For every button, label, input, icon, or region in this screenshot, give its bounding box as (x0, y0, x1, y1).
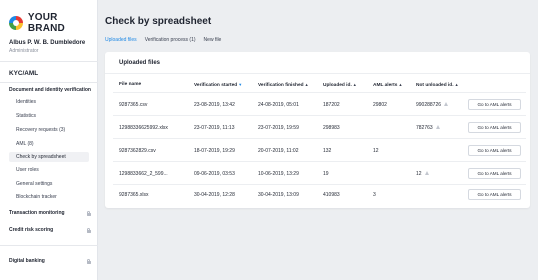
row-divider (113, 115, 526, 116)
tabs: Uploaded files Verification process (1) … (105, 37, 221, 43)
go-to-aml-alerts-button[interactable]: Go to AML alerts (468, 99, 521, 110)
cell-finished: 20-07-2019, 11:02 (258, 148, 299, 154)
sidebar-divider (0, 82, 98, 83)
sidebar: YOUR BRAND Albus P. W. B. Dumbledore Adm… (0, 0, 98, 280)
column-header-not-unloaded-id[interactable]: Not unloaded id.▲ (416, 82, 459, 88)
sidebar-item-label: Credit risk scoring (9, 227, 54, 233)
sidebar-section-title: KYC/AML (9, 70, 39, 77)
sidebar-group-title[interactable]: Document and identity verification (9, 87, 91, 93)
brand-name: YOUR BRAND (27, 12, 65, 34)
cell-started: 23-07-2019, 11:13 (194, 125, 235, 131)
tab-uploaded-files[interactable]: Uploaded files (105, 37, 137, 43)
cell-started: 30-04-2019, 12:28 (194, 192, 235, 198)
user-name: Albus P. W. B. Dumbledore (9, 40, 86, 46)
cell-uploaded-id: 410983 (323, 192, 340, 198)
cell-file-name: 9287362829.csv (119, 148, 156, 154)
cell-file-name: 12988336625992.xlsx (119, 125, 168, 131)
cell-aml-alerts: 29802 (373, 102, 387, 108)
cell-uploaded-id: 19 (323, 171, 329, 177)
tab-new-file[interactable]: New file (204, 37, 222, 43)
cell-started: 09-06-2019, 03:53 (194, 171, 235, 177)
sidebar-divider (0, 245, 98, 246)
sidebar-item-recovery-requests[interactable]: Recovery requests (3) (9, 125, 89, 135)
sidebar-item-digital-banking[interactable]: Digital banking (9, 258, 91, 264)
cell-file-name: 1298833662_2_599... (119, 171, 168, 177)
sidebar-item-aml[interactable]: AML (8) (9, 139, 89, 149)
card-title: Uploaded files (119, 60, 161, 66)
go-to-aml-alerts-button[interactable]: Go to AML alerts (468, 168, 521, 179)
column-header-file-name[interactable]: File name (119, 82, 141, 87)
brand-logo-icon (9, 16, 23, 30)
cell-started: 18-07-2019, 19:29 (194, 148, 235, 154)
cell-uploaded-id: 187202 (323, 102, 340, 108)
uploaded-files-card: Uploaded files File name Verification st… (105, 52, 530, 208)
go-to-aml-alerts-button[interactable]: Go to AML alerts (468, 145, 521, 156)
cell-uploaded-id: 132 (323, 148, 332, 154)
cell-finished: 24-08-2019, 05:01 (258, 102, 299, 108)
cell-aml-alerts: 12 (373, 148, 379, 154)
card-divider (105, 73, 530, 74)
cell-not-unloaded-id: 990288726 (416, 102, 449, 108)
sort-up-icon: ▲ (454, 82, 459, 87)
brand-logo[interactable]: YOUR BRAND (9, 12, 97, 34)
sidebar-item-identities[interactable]: Identities (9, 97, 89, 107)
column-header-uploaded-id[interactable]: Uploaded id.▲ (323, 82, 357, 88)
cell-finished: 30-04-2019, 13:09 (258, 192, 299, 198)
cell-finished: 10-06-2019, 13:29 (258, 171, 299, 177)
cell-finished: 23-07-2019, 19:59 (258, 125, 299, 131)
cell-started: 23-08-2019, 13:42 (194, 102, 235, 108)
column-header-aml-alerts[interactable]: AML alerts▲ (373, 82, 402, 88)
column-header-verification-finished[interactable]: Verification finished▲ (258, 82, 309, 88)
lock-icon (86, 210, 91, 216)
cell-uploaded-id: 298983 (323, 125, 340, 131)
lock-icon (86, 258, 91, 264)
user-role: Administrator (9, 48, 39, 54)
go-to-aml-alerts-button[interactable]: Go to AML alerts (468, 122, 521, 133)
column-header-verification-started[interactable]: Verification started▼ (194, 82, 242, 88)
warning-icon (435, 125, 440, 129)
lock-icon (86, 227, 91, 233)
row-divider (113, 92, 526, 93)
sort-up-icon: ▲ (398, 82, 403, 87)
sidebar-divider (0, 61, 98, 62)
cell-aml-alerts: 3 (373, 192, 376, 198)
tab-verification-process[interactable]: Verification process (1) (145, 37, 196, 43)
cell-file-name: 9287365.csv (119, 102, 148, 108)
sidebar-item-transaction-monitoring[interactable]: Transaction monitoring (9, 210, 91, 216)
sidebar-item-credit-risk-scoring[interactable]: Credit risk scoring (9, 227, 91, 233)
row-divider (113, 161, 526, 162)
sidebar-item-user-roles[interactable]: User roles (9, 165, 89, 175)
sidebar-item-check-by-spreadsheet[interactable]: Check by spreadsheet (9, 152, 89, 162)
row-divider (113, 184, 526, 185)
sidebar-item-label: Transaction monitoring (9, 210, 65, 216)
warning-icon (424, 171, 429, 175)
cell-file-name: 9287365.xlsx (119, 192, 149, 198)
cell-not-unloaded-id: 782763 (416, 125, 440, 131)
cell-not-unloaded-id: 12 (416, 171, 429, 177)
page-title: Check by spreadsheet (105, 16, 212, 27)
sidebar-item-blockchain-tracker[interactable]: Blockchain tracker (9, 192, 89, 202)
sort-up-icon: ▲ (304, 82, 309, 87)
warning-icon (444, 102, 449, 106)
sidebar-item-general-settings[interactable]: General settings (9, 179, 89, 189)
row-divider (113, 138, 526, 139)
sort-up-icon: ▲ (352, 82, 357, 87)
sidebar-item-statistics[interactable]: Statistics (9, 111, 89, 121)
sort-down-icon: ▼ (238, 82, 243, 87)
sidebar-item-label: Digital banking (9, 258, 45, 264)
go-to-aml-alerts-button[interactable]: Go to AML alerts (468, 189, 521, 200)
